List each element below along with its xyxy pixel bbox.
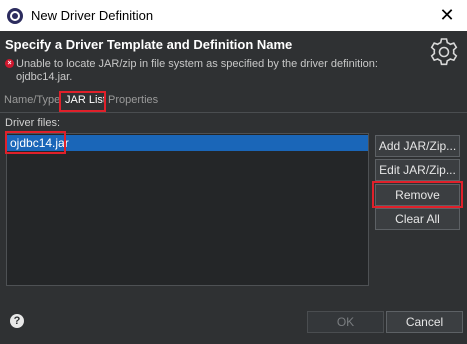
highlight-remove-button xyxy=(372,181,463,208)
app-icon xyxy=(7,7,23,24)
clear-all-button[interactable]: Clear All xyxy=(375,208,460,230)
close-icon[interactable]: ✕ xyxy=(427,0,467,31)
page-title: Specify a Driver Template and Definition… xyxy=(5,37,293,52)
tab-properties[interactable]: Properties xyxy=(108,94,158,106)
title-bar: New Driver Definition ✕ xyxy=(0,0,467,31)
tab-name-type[interactable]: Name/Type xyxy=(4,94,60,106)
ok-button[interactable]: OK xyxy=(307,311,384,333)
driver-files-label: Driver files: xyxy=(5,117,61,129)
highlight-jar-list-tab xyxy=(59,91,106,112)
help-icon[interactable]: ? xyxy=(10,314,24,328)
window-title: New Driver Definition xyxy=(31,8,154,23)
highlight-file-entry xyxy=(5,131,66,154)
edit-jar-button[interactable]: Edit JAR/Zip... xyxy=(375,159,460,181)
add-jar-button[interactable]: Add JAR/Zip... xyxy=(375,135,460,157)
driver-files-list[interactable]: ojdbc14.jar xyxy=(6,133,369,286)
error-icon: × xyxy=(5,59,14,68)
error-message: Unable to locate JAR/zip in file system … xyxy=(16,58,378,83)
gear-icon xyxy=(430,38,458,66)
dialog-header: Specify a Driver Template and Definition… xyxy=(0,31,467,88)
cancel-button[interactable]: Cancel xyxy=(386,311,463,333)
